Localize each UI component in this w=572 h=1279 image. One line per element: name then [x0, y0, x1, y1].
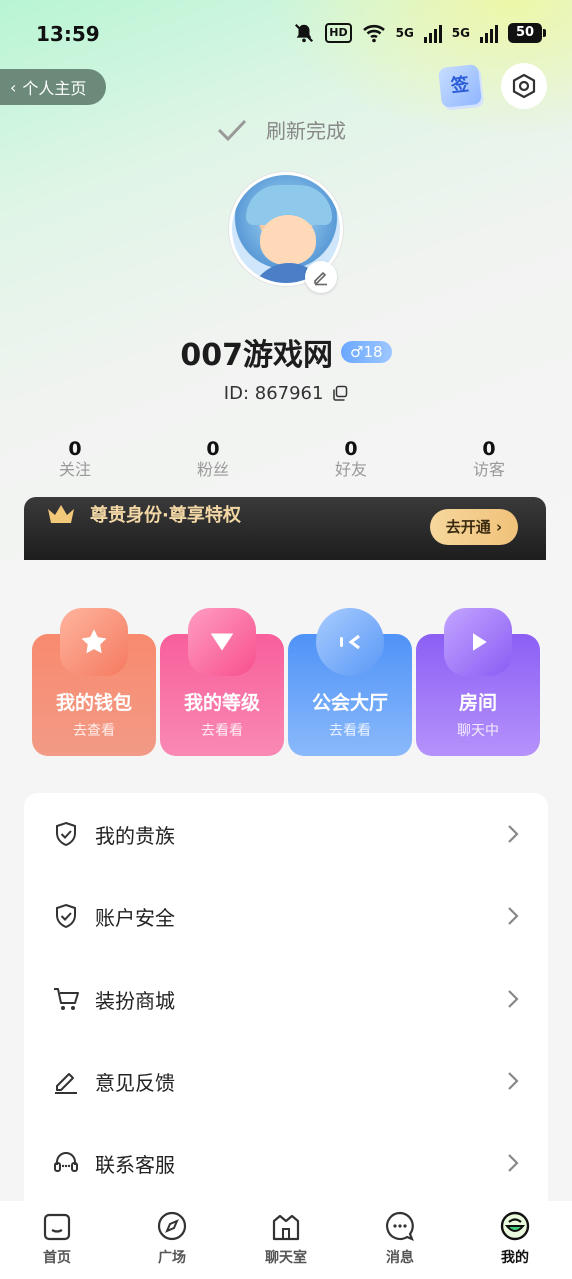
- menu-item-feedback[interactable]: 意见反馈: [24, 1040, 548, 1122]
- level-icon: [188, 608, 256, 676]
- user-id: ID: 867961: [0, 383, 572, 404]
- pencil-icon: [314, 271, 327, 286]
- chevron-right-icon: [508, 1072, 519, 1090]
- battery-icon: 50: [508, 23, 546, 43]
- tab-home[interactable]: 首页: [17, 1209, 97, 1267]
- sign-in-button[interactable]: 签: [438, 64, 482, 108]
- shield-check-icon: [56, 903, 76, 929]
- menu-item-account-security[interactable]: 账户安全: [24, 875, 548, 957]
- play-icon: [444, 608, 512, 676]
- menu-item-nobility[interactable]: 我的贵族: [24, 793, 548, 875]
- star-icon: [60, 608, 128, 676]
- stat-label: 好友: [334, 460, 367, 479]
- chevron-right-icon: [508, 990, 519, 1008]
- status-time: 13:59: [36, 22, 100, 46]
- stat-following[interactable]: 0 关注: [35, 438, 115, 480]
- chevron-left-icon: ‹: [10, 77, 17, 97]
- chevron-right-icon: [508, 907, 519, 925]
- vip-open-label: 去开通: [445, 518, 491, 536]
- refresh-text: 刷新完成: [266, 119, 346, 143]
- gender-age-badge: ♂18: [341, 341, 392, 363]
- crown-icon: [48, 505, 74, 523]
- avatar-edit-button[interactable]: [305, 261, 337, 293]
- compass-icon: [157, 1211, 187, 1241]
- menu-label: 账户安全: [95, 905, 175, 930]
- feature-subtitle: 去查看: [73, 723, 115, 739]
- vip-text: 尊贵身份·尊享特权: [90, 505, 241, 526]
- hd-badge: HD: [325, 23, 352, 43]
- stat-visitors[interactable]: 0 访客: [449, 438, 529, 480]
- back-button[interactable]: ‹ 个人主页: [0, 69, 106, 105]
- user-id-text: ID: 867961: [223, 383, 324, 404]
- stat-fans[interactable]: 0 粉丝: [173, 438, 253, 480]
- tab-label: 聊天室: [265, 1250, 307, 1266]
- guild-hall-card[interactable]: 公会大厅 去看看: [288, 608, 412, 756]
- level-card[interactable]: 我的等级 去看看: [160, 608, 284, 756]
- network-label-2: 5G: [451, 26, 470, 40]
- tab-label: 消息: [386, 1250, 414, 1266]
- bell-muted-icon: [295, 23, 314, 43]
- feature-title: 房间: [458, 692, 497, 714]
- menu-label: 意见反馈: [95, 1070, 175, 1095]
- chevron-right-icon: ›: [496, 518, 503, 536]
- vip-open-button[interactable]: 去开通 ›: [430, 509, 518, 545]
- settings-button[interactable]: [501, 63, 547, 109]
- me-icon: [500, 1211, 530, 1241]
- copy-icon[interactable]: [332, 385, 348, 401]
- menu-list: 我的贵族 账户安全 装扮商城 意见反馈 联系客服: [24, 793, 548, 1213]
- stat-label: 粉丝: [196, 460, 229, 479]
- wifi-icon: [362, 24, 385, 43]
- feature-subtitle: 去看看: [201, 723, 243, 739]
- feature-title: 我的钱包: [55, 692, 132, 714]
- chatroom-icon: [272, 1214, 300, 1241]
- status-icons: HD 5G 5G 50: [293, 22, 546, 44]
- tab-label: 首页: [43, 1250, 71, 1266]
- menu-item-customer-service[interactable]: 联系客服: [24, 1122, 548, 1204]
- feature-title: 我的等级: [183, 692, 260, 714]
- stat-value: 0: [344, 438, 358, 460]
- feature-title: 公会大厅: [311, 692, 388, 714]
- username: 007游戏网: [180, 338, 334, 373]
- menu-item-dress-shop[interactable]: 装扮商城: [24, 958, 548, 1040]
- pencil-icon: [55, 1073, 77, 1094]
- checkmark-icon: [217, 119, 247, 141]
- message-icon: [385, 1211, 414, 1241]
- username-row: 007游戏网 ♂18: [0, 330, 572, 374]
- signal-icon-2: [480, 23, 498, 43]
- stat-friends[interactable]: 0 好友: [311, 438, 391, 480]
- tab-messages[interactable]: 消息: [360, 1209, 440, 1267]
- wallet-card[interactable]: 我的钱包 去查看: [32, 608, 156, 756]
- feature-subtitle: 聊天中: [457, 723, 499, 739]
- tab-label: 广场: [158, 1250, 186, 1266]
- cart-icon: [54, 988, 79, 1010]
- menu-label: 我的贵族: [95, 823, 175, 848]
- room-card[interactable]: 房间 聊天中: [416, 608, 540, 756]
- headset-icon: [54, 1152, 78, 1172]
- stat-value: 0: [68, 438, 82, 460]
- stat-label: 访客: [472, 460, 505, 479]
- chevron-right-icon: [508, 825, 519, 843]
- menu-label: 联系客服: [95, 1152, 175, 1177]
- gear-icon: [512, 73, 536, 99]
- refresh-toast: 刷新完成: [216, 115, 346, 144]
- network-label-1: 5G: [395, 26, 414, 40]
- status-bar: 13:59 HD 5G 5G 50: [0, 0, 572, 68]
- tab-me[interactable]: 我的: [475, 1209, 555, 1267]
- back-label: 个人主页: [22, 79, 87, 98]
- chevron-right-icon: [508, 1154, 519, 1172]
- tab-square[interactable]: 广场: [132, 1209, 212, 1267]
- stat-value: 0: [482, 438, 496, 460]
- tab-chatroom[interactable]: 聊天室: [246, 1209, 326, 1267]
- shield-check-icon: [56, 821, 76, 847]
- stat-value: 0: [206, 438, 220, 460]
- bottom-tab-bar: 首页 广场 聊天室 消息 我的: [0, 1201, 572, 1279]
- menu-label: 装扮商城: [95, 988, 175, 1013]
- chat-bubble-icon: [316, 608, 384, 676]
- stat-label: 关注: [58, 460, 91, 479]
- home-icon: [43, 1213, 71, 1241]
- signal-icon-1: [423, 23, 442, 43]
- tab-label: 我的: [501, 1250, 529, 1266]
- feature-subtitle: 去看看: [329, 723, 371, 739]
- vip-banner[interactable]: 尊贵身份·尊享特权 去开通 ›: [24, 497, 546, 561]
